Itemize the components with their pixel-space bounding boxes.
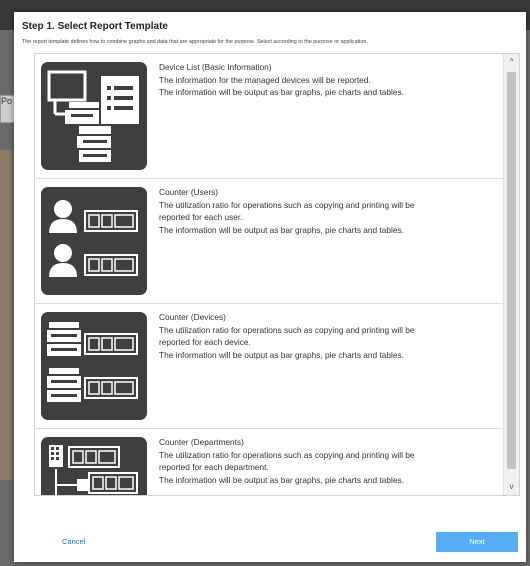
template-line: The information will be output as bar gr…	[159, 87, 404, 97]
background-left-panel	[0, 150, 12, 480]
template-line: The information will be output as bar gr…	[159, 349, 404, 360]
template-item-counter-users[interactable]: Counter (Users) The utilization ratio fo…	[35, 179, 503, 304]
user-counter-icon	[41, 187, 147, 295]
template-name: Counter (Departments)	[159, 437, 244, 447]
chevron-down-icon[interactable]: v	[506, 481, 517, 493]
report-template-dialog: Step 1. Select Report Template The repor…	[14, 12, 526, 562]
template-list[interactable]: Device List (Basic Information) The info…	[34, 53, 520, 496]
cancel-button[interactable]: Cancel	[62, 537, 85, 546]
department-counter-icon	[41, 437, 147, 495]
template-item-device-list[interactable]: Device List (Basic Information) The info…	[35, 54, 503, 179]
dialog-description: The report template defines how to combi…	[22, 39, 368, 45]
template-description: Counter (Devices) The utilization ratio …	[159, 311, 499, 361]
chevron-up-icon[interactable]: ^	[506, 56, 517, 68]
device-counter-icon	[41, 312, 147, 420]
template-line: The information will be output as bar gr…	[159, 474, 404, 485]
template-line: The information for the managed devices …	[159, 74, 371, 85]
scrollbar-thumb[interactable]	[507, 72, 516, 469]
template-description: Device List (Basic Information) The info…	[159, 61, 499, 99]
template-description: Counter (Departments) The utilization ra…	[159, 436, 499, 486]
template-line: The utilization ratio for operations suc…	[159, 199, 415, 210]
template-line: reported for each device.	[159, 337, 251, 347]
template-item-counter-devices[interactable]: Counter (Devices) The utilization ratio …	[35, 304, 503, 429]
template-name: Device List (Basic Information)	[159, 62, 272, 72]
template-line: reported for each department.	[159, 462, 269, 472]
dialog-title: Step 1. Select Report Template	[22, 21, 168, 32]
template-description: Counter (Users) The utilization ratio fo…	[159, 186, 499, 236]
template-name: Counter (Devices)	[159, 312, 226, 322]
device-list-icon	[41, 62, 147, 170]
template-line: The information will be output as bar gr…	[159, 224, 404, 235]
background-tab-label: Po	[1, 96, 13, 106]
template-list-scrollbar[interactable]: ^ v	[503, 54, 519, 495]
template-line: The utilization ratio for operations suc…	[159, 449, 415, 460]
template-name: Counter (Users)	[159, 187, 219, 197]
template-item-counter-departments[interactable]: Counter (Departments) The utilization ra…	[35, 429, 503, 495]
template-line: The utilization ratio for operations suc…	[159, 324, 415, 335]
template-line: reported for each user.	[159, 212, 243, 222]
next-button[interactable]: Next	[436, 532, 518, 552]
